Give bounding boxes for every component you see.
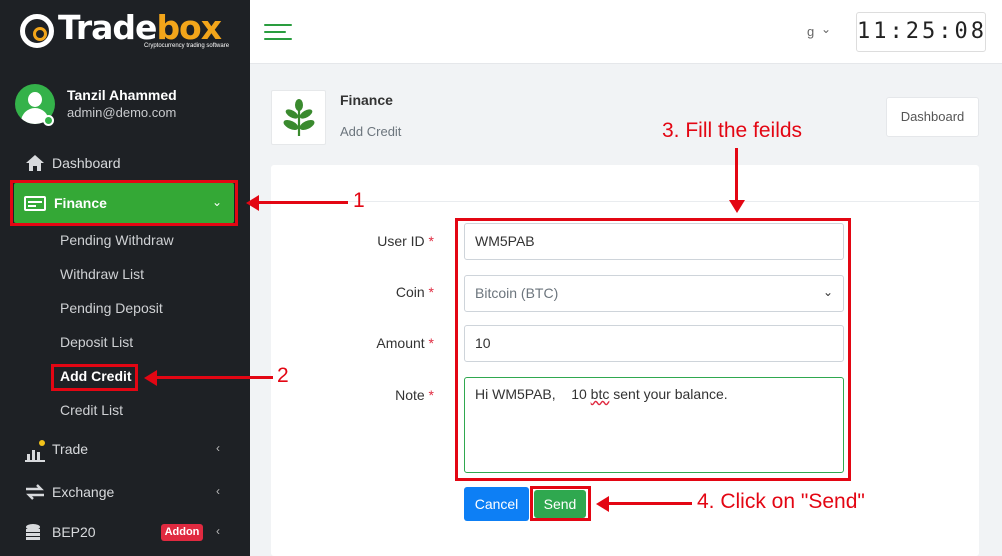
sidebar-item-label: Trade — [52, 441, 89, 457]
annotation-arrow-2 — [156, 376, 273, 379]
annotation-arrow-3 — [735, 148, 738, 201]
annotation-step-1: 1 — [353, 189, 365, 212]
brand-tagline: Cryptocurrency trading software — [144, 43, 230, 49]
annotation-step-2: 2 — [277, 364, 289, 387]
send-button[interactable]: Send — [534, 490, 586, 518]
annotation-arrow-1 — [258, 201, 348, 204]
coin-select-value: Bitcoin (BTC) — [475, 285, 559, 301]
user-name: Tanzil Ahammed — [67, 87, 177, 103]
user-id-label: User ID * — [377, 233, 434, 249]
sidebar-item-label: BEP20 — [52, 524, 96, 540]
sidebar-item-label: Finance — [54, 195, 107, 211]
amount-input[interactable]: 10 — [464, 325, 844, 362]
credit-card-icon — [24, 196, 46, 211]
brand-name-part2: box — [156, 8, 222, 47]
home-icon — [26, 155, 44, 171]
trade-chart-icon — [25, 440, 45, 462]
breadcrumb: Add Credit — [340, 124, 402, 139]
amount-label: Amount * — [376, 335, 434, 351]
required-mark: * — [428, 387, 434, 403]
sidebar-item-dashboard[interactable]: Dashboard — [0, 146, 250, 180]
annotation-arrow-4 — [608, 502, 692, 505]
chevron-down-icon: ⌄ — [822, 285, 833, 299]
annotation-step-3: 3. Fill the feilds — [662, 119, 803, 142]
coins-stack-icon — [26, 524, 40, 540]
language-selector[interactable]: g — [807, 24, 814, 39]
required-mark: * — [428, 335, 434, 351]
required-mark: * — [428, 284, 434, 300]
chevron-down-icon: ⌄ — [211, 195, 222, 209]
chevron-left-icon: ‹ — [216, 524, 220, 538]
annotation-arrowhead-2 — [144, 370, 157, 386]
menu-toggle-icon[interactable] — [264, 24, 292, 42]
annotation-arrowhead-1 — [246, 195, 259, 211]
user-email: admin@demo.com — [67, 105, 177, 120]
top-bar: g ⌄ 11:25:08 — [250, 0, 1002, 64]
sidebar-subitem-pending-withdraw[interactable]: Pending Withdraw — [60, 232, 174, 248]
sidebar-subitem-withdraw-list[interactable]: Withdraw List — [60, 266, 144, 282]
sidebar-subitem-pending-deposit[interactable]: Pending Deposit — [60, 300, 163, 316]
page-title: Finance — [340, 92, 393, 108]
cancel-button[interactable]: Cancel — [464, 487, 529, 521]
coin-select[interactable]: Bitcoin (BTC) ⌄ — [464, 275, 844, 312]
required-mark: * — [428, 233, 434, 249]
brand-name-part1: Trade — [58, 8, 157, 47]
page-icon — [271, 90, 326, 145]
chevron-left-icon: ‹ — [216, 484, 220, 498]
sidebar: Tradebox Cryptocurrency trading software… — [0, 0, 250, 556]
sidebar-item-label: Exchange — [52, 484, 115, 500]
sidebar-item-finance[interactable]: Finance ⌄ — [14, 183, 234, 223]
addon-badge: Addon — [161, 524, 203, 541]
online-status-dot — [43, 115, 54, 126]
annotation-step-4: 4. Click on "Send" — [697, 490, 865, 513]
sidebar-item-exchange[interactable]: Exchange ‹ — [0, 475, 250, 509]
sidebar-subitem-add-credit[interactable]: Add Credit — [60, 368, 132, 384]
brand-logo[interactable]: Tradebox Cryptocurrency trading software — [18, 8, 230, 54]
user-id-input[interactable]: WM5PAB — [464, 223, 844, 260]
coin-label: Coin * — [395, 284, 434, 300]
annotation-arrowhead-3 — [729, 200, 745, 213]
dashboard-button[interactable]: Dashboard — [886, 97, 979, 137]
card-divider — [271, 201, 979, 202]
coin-logo-icon — [20, 14, 54, 48]
sidebar-item-label: Dashboard — [52, 155, 121, 171]
exchange-icon — [26, 484, 44, 500]
sidebar-item-bep20[interactable]: BEP20 ‹ — [0, 515, 250, 549]
sidebar-subitem-credit-list[interactable]: Credit List — [60, 402, 123, 418]
leaf-icon — [283, 99, 315, 137]
note-textarea[interactable]: Hi WM5PAB, 10 btc sent your balance. — [464, 377, 844, 473]
digital-clock: 11:25:08 — [856, 12, 986, 52]
sidebar-item-trade[interactable]: Trade ‹ — [0, 432, 250, 466]
chevron-down-icon[interactable]: ⌄ — [821, 22, 831, 36]
annotation-arrowhead-4 — [596, 496, 609, 512]
note-label: Note * — [395, 387, 434, 403]
chevron-left-icon: ‹ — [216, 441, 220, 455]
sidebar-subitem-deposit-list[interactable]: Deposit List — [60, 334, 133, 350]
